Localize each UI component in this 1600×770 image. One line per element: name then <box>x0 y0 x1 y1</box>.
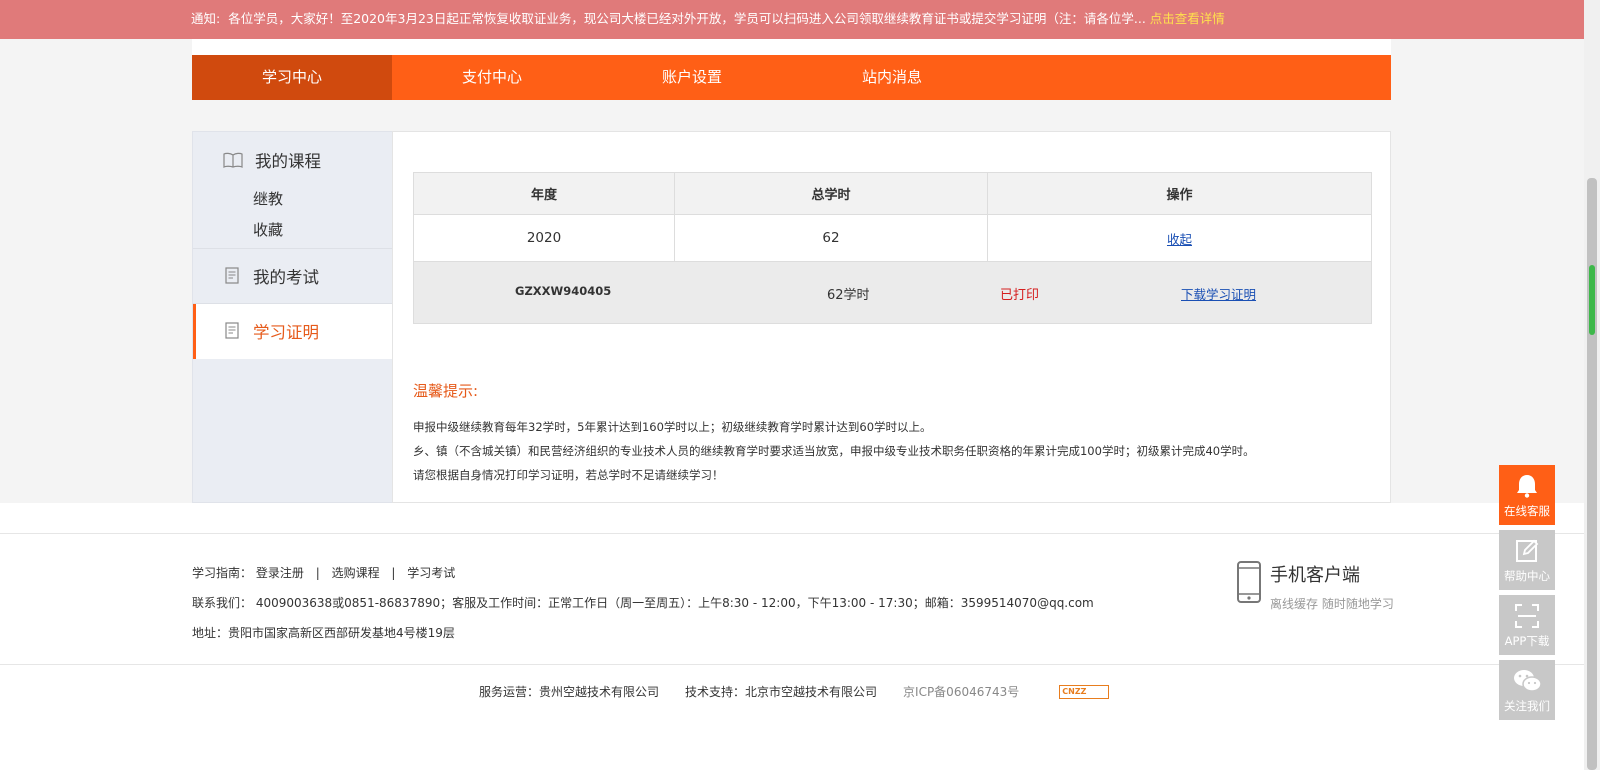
tip-line-3: 请您根据自身情况打印学习证明，若总学时不足请继续学习！ <box>413 468 724 482</box>
tab-messages[interactable]: 站内消息 <box>792 55 992 100</box>
footer-divider-2 <box>0 664 1584 665</box>
cert-code: GZXXW940405 <box>515 284 612 298</box>
sidebar-label-my-exams: 我的考试 <box>253 268 319 287</box>
table-row: 2020 62 收起 <box>413 214 1372 262</box>
document-icon <box>225 267 239 284</box>
help-center-button[interactable]: 帮助中心 <box>1499 530 1555 590</box>
tab-account-settings[interactable]: 账户设置 <box>592 55 792 100</box>
cert-status: 已打印 <box>1000 288 1040 303</box>
mobile-text: 手机客户端 离线缓存 随时随地学习 <box>1270 561 1394 612</box>
content-panel: 年度 总学时 操作 2020 62 收起 GZXXW940405 62学时 已打… <box>392 131 1391 503</box>
icp-text[interactable]: 京ICP备06046743号 <box>903 683 1019 700</box>
cnzz-badge[interactable]: CNZZ <box>1059 684 1110 699</box>
copyright-bar: 服务运营：贵州空越技术有限公司 技术支持：北京市空越技术有限公司 京ICP备06… <box>479 683 1110 700</box>
tip-line-2: 乡、镇（不含城关镇）和民营经济组织的专业技术人员的继续教育学时要求适当放宽，申报… <box>413 444 1255 458</box>
notice-bar: 通知: 各位学员，大家好！至2020年3月23日起正常恢复收取证业务，现公司大楼… <box>0 0 1584 39</box>
sidebar-item-my-exams[interactable]: 我的考试 <box>193 249 392 303</box>
guide-link-exams[interactable]: 学习考试 <box>407 566 455 580</box>
sidebar-group-courses: 我的课程 继教 收藏 <box>193 132 392 249</box>
guide-label: 学习指南： <box>192 566 253 580</box>
sidebar-group-exams: 我的考试 <box>193 249 392 304</box>
header-year: 年度 <box>413 172 675 215</box>
header-action: 操作 <box>987 172 1372 215</box>
notice-text: 各位学员，大家好！至2020年3月23日起正常恢复收取证业务，现公司大楼已经对外… <box>228 11 1146 26</box>
tip-line-1: 申报中级继续教育每年32学时，5年累计达到160学时以上；初级继续教育学时累计达… <box>413 420 932 434</box>
sidebar-certificate-head: 学习证明 <box>196 304 392 358</box>
cert-hours: 62学时 <box>827 288 870 303</box>
phone-icon <box>1237 561 1261 603</box>
scan-icon <box>1515 604 1539 628</box>
sidebar-item-my-courses[interactable]: 我的课程 <box>193 132 392 184</box>
sidebar: 我的课程 继教 收藏 我的考试 学习证明 <box>192 131 392 503</box>
tab-study-center[interactable]: 学习中心 <box>192 55 392 100</box>
wechat-icon <box>1514 670 1542 692</box>
cell-year: 2020 <box>413 214 675 262</box>
notice-detail-link[interactable]: 点击查看详情 <box>1150 11 1225 26</box>
footer-address: 地址：贵阳市国家高新区西部研发基地4号楼19层 <box>192 626 455 640</box>
hours-table: 年度 总学时 操作 2020 62 收起 <box>413 172 1372 262</box>
app-download-label: APP下载 <box>1504 634 1550 648</box>
footer-guide: 学习指南： 登录注册 | 选购课程 | 学习考试 <box>192 558 1094 588</box>
support-text: 技术支持：北京市空越技术有限公司 <box>685 685 878 699</box>
online-service-button[interactable]: 在线客服 <box>1499 465 1555 525</box>
main-nav: 学习中心 支付中心 账户设置 站内消息 <box>192 55 1391 100</box>
download-certificate-link[interactable]: 下载学习证明 <box>1181 284 1256 303</box>
collapse-link[interactable]: 收起 <box>1167 232 1192 247</box>
edit-icon <box>1516 539 1539 562</box>
notice-prefix: 通知: <box>191 11 221 26</box>
tips-body: 申报中级继续教育每年32学时，5年累计达到160学时以上；初级继续教育学时累计达… <box>413 415 1255 487</box>
online-service-label: 在线客服 <box>1504 504 1550 518</box>
sidebar-item-favorites[interactable]: 收藏 <box>193 215 392 246</box>
header-total-hours: 总学时 <box>674 172 988 215</box>
operator-text: 服务运营：贵州空越技术有限公司 <box>479 685 660 699</box>
help-center-label: 帮助中心 <box>1504 569 1550 583</box>
mobile-title: 手机客户端 <box>1270 565 1360 586</box>
footer-info: 学习指南： 登录注册 | 选购课程 | 学习考试 联系我们： 400900363… <box>192 558 1094 648</box>
guide-link-register[interactable]: 登录注册 <box>256 566 304 580</box>
guide-separator: | <box>391 566 396 580</box>
page-scrollbar[interactable] <box>1584 0 1600 770</box>
guide-separator: | <box>315 566 320 580</box>
cell-hours: 62 <box>674 214 988 262</box>
mobile-subtitle: 离线缓存 随时随地学习 <box>1270 597 1394 611</box>
cell-action: 收起 <box>987 214 1372 262</box>
tips-title: 温馨提示: <box>413 382 479 400</box>
sidebar-label-certificate: 学习证明 <box>253 323 319 342</box>
bell-icon <box>1517 475 1537 498</box>
guide-link-courses[interactable]: 选购课程 <box>332 566 380 580</box>
book-icon <box>223 152 243 168</box>
app-download-button[interactable]: APP下载 <box>1499 595 1555 655</box>
footer-contact: 联系我们： 4009003638或0851-86837890；客服及工作时间：正… <box>192 596 1094 610</box>
table-header: 年度 总学时 操作 <box>413 172 1372 215</box>
scroll-indicator <box>1589 265 1595 335</box>
footer-divider <box>0 533 1584 534</box>
follow-us-label: 关注我们 <box>1504 699 1550 713</box>
follow-us-button[interactable]: 关注我们 <box>1499 660 1555 720</box>
certificate-icon <box>225 322 239 339</box>
sidebar-label-my-courses: 我的课程 <box>255 152 321 171</box>
sidebar-item-jijiao[interactable]: 继教 <box>193 184 392 215</box>
certificate-row: GZXXW940405 62学时 已打印 下载学习证明 <box>413 262 1372 324</box>
tab-payment-center[interactable]: 支付中心 <box>392 55 592 100</box>
header-strip <box>192 39 1391 55</box>
mobile-client[interactable]: 手机客户端 离线缓存 随时随地学习 <box>1236 561 1394 612</box>
sidebar-item-certificate[interactable]: 学习证明 <box>193 304 392 359</box>
